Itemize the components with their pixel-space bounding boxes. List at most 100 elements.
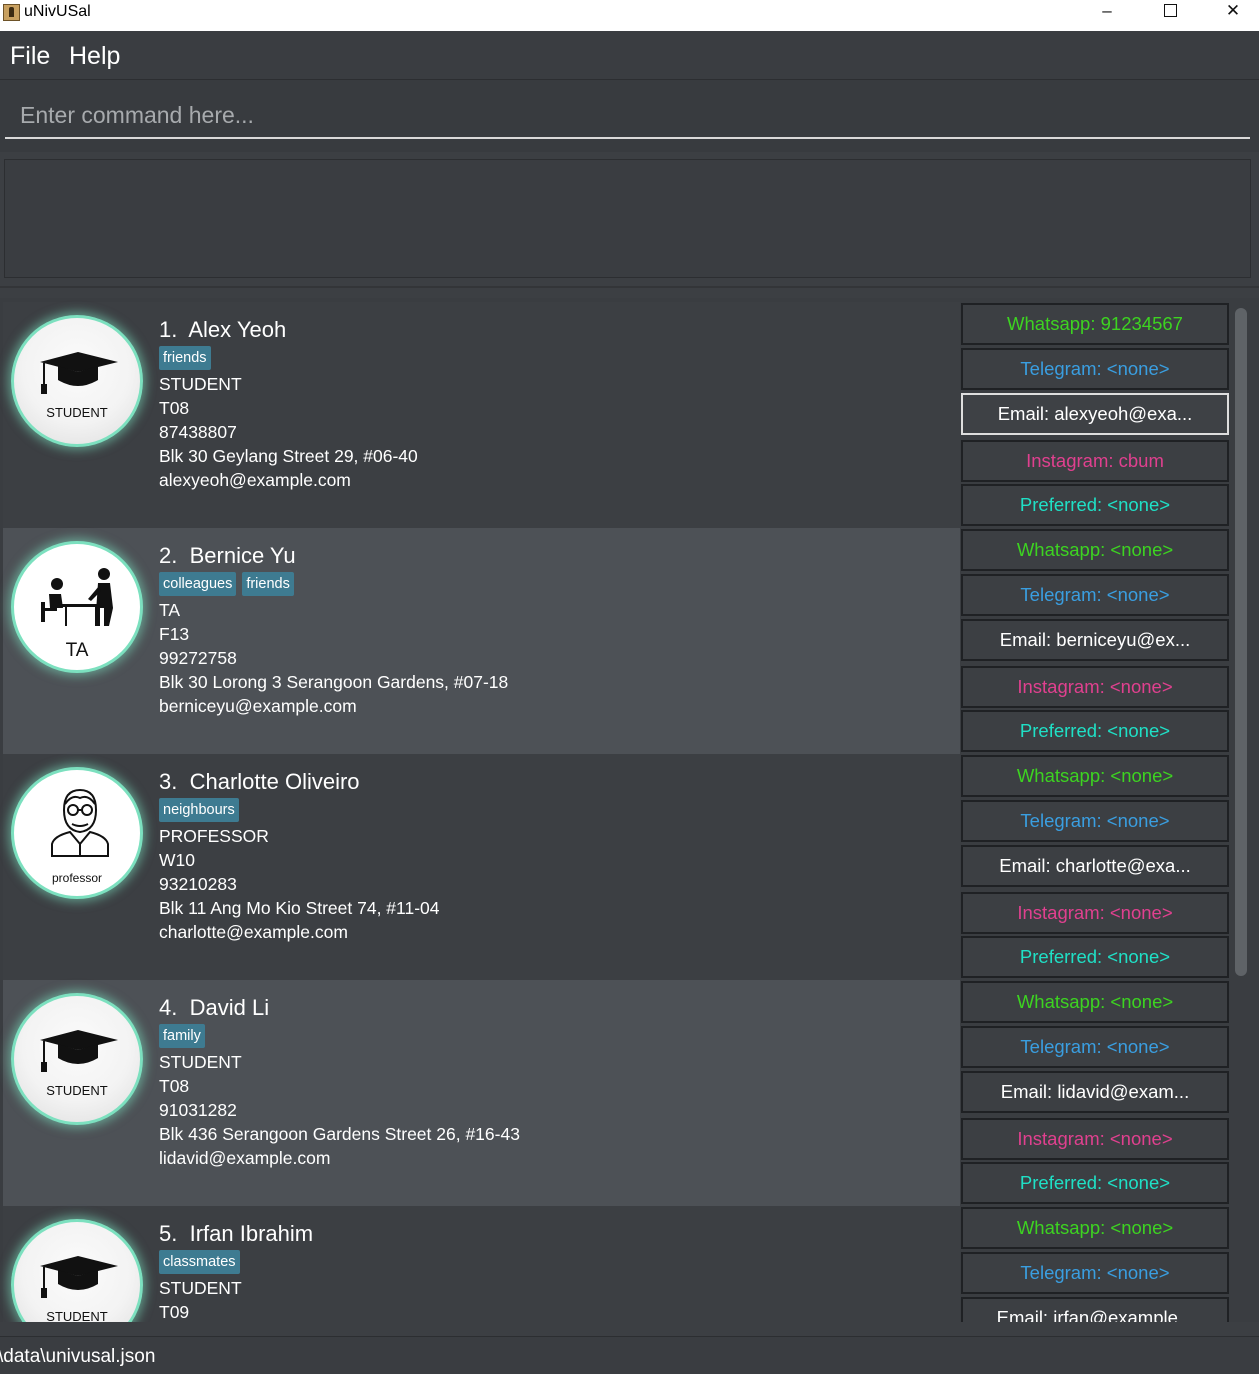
avatar-label: STUDENT [46,405,108,420]
whatsapp-box[interactable]: Whatsapp: <none> [961,1207,1229,1249]
command-box: Enter command here... [0,80,1259,152]
tag: friends [159,346,211,370]
tag-list: neighbours [159,798,245,822]
telegram-box[interactable]: Telegram: <none> [961,1026,1229,1068]
person-email: alexyeoh@example.com [159,470,351,490]
scrollbar[interactable] [1232,298,1259,1322]
preferred-box[interactable]: Preferred: <none> [961,710,1229,752]
graduation-cap-icon [40,1256,118,1298]
title-bar: uNivUSal – ✕ [0,0,1259,31]
graduation-cap-icon [40,352,118,394]
app-icon [3,4,20,21]
person-role: TA [159,600,181,620]
avatar: STUDENT [11,1219,143,1322]
person-list[interactable]: STUDENT 1. Alex Yeoh friends STUDENT T08… [0,298,1259,1322]
avatar: TA [11,541,143,673]
whatsapp-box[interactable]: Whatsapp: <none> [961,529,1229,571]
tag: classmates [159,1250,240,1274]
person-card[interactable]: TA 2. Bernice Yu colleagues friends TA F1… [3,528,960,754]
person-card[interactable]: STUDENT 5. Irfan Ibrahim classmates STUD… [3,1206,960,1322]
avatar-label: TA [65,640,89,661]
status-bar: \data\univusal.json [0,1336,1259,1374]
telegram-box[interactable]: Telegram: <none> [961,1252,1229,1294]
person-phone: 93210283 [159,874,237,894]
person-phone: 87438807 [159,422,237,442]
telegram-box[interactable]: Telegram: <none> [961,800,1229,842]
minimize-button[interactable]: – [1076,0,1138,24]
command-input[interactable]: Enter command here... [5,95,1250,139]
tag-list: friends [159,346,217,370]
avatar: STUDENT [11,315,143,447]
scrollbar-thumb[interactable] [1235,308,1247,976]
instagram-box[interactable]: Instagram: <none> [961,666,1229,708]
tag: neighbours [159,798,239,822]
person-role: STUDENT [159,1278,242,1298]
person-group: T08 [159,1076,190,1096]
person-address: Blk 30 Geylang Street 29, #06-40 [159,446,418,466]
avatar-label: STUDENT [46,1309,108,1322]
avatar: professor [11,767,143,899]
preferred-box[interactable]: Preferred: <none> [961,936,1229,978]
person-name: 4. David Li [159,995,270,1020]
instagram-box[interactable]: Instagram: <none> [961,892,1229,934]
menu-file[interactable]: File [10,41,50,71]
person-email: lidavid@example.com [159,1148,331,1168]
person-card[interactable]: STUDENT 1. Alex Yeoh friends STUDENT T08… [3,302,960,528]
person-name: 5. Irfan Ibrahim [159,1221,314,1246]
email-box[interactable]: Email: charlotte@exa... [961,845,1229,887]
window-title: uNivUSal [24,3,91,20]
tag-list: colleagues friends [159,572,300,596]
instagram-box[interactable]: Instagram: cbum [961,440,1229,482]
person-role: PROFESSOR [159,826,269,846]
tag: colleagues [159,572,237,596]
person-name: 3. Charlotte Oliveiro [159,769,360,794]
person-card[interactable]: STUDENT 4. David Li family STUDENT T08 9… [3,980,960,1206]
menu-bar: File Help [0,31,1259,80]
minimize-icon: – [1102,1,1112,20]
whatsapp-box[interactable]: Whatsapp: 91234567 [961,303,1229,345]
email-box[interactable]: Email: berniceyu@ex... [961,619,1229,661]
person-card[interactable]: professor 3. Charlotte Oliveiro neighbou… [3,754,960,980]
divider [0,286,1259,288]
close-button[interactable]: ✕ [1202,0,1259,24]
person-role: STUDENT [159,1052,242,1072]
preferred-box[interactable]: Preferred: <none> [961,484,1229,526]
telegram-box[interactable]: Telegram: <none> [961,348,1229,390]
person-address: Blk 30 Lorong 3 Serangoon Gardens, #07-1… [159,672,509,692]
avatar-label: STUDENT [46,1083,108,1098]
tag-list: classmates [159,1250,246,1274]
maximize-button[interactable] [1139,0,1201,24]
tag: friends [242,572,294,596]
person-address: Blk 436 Serangoon Gardens Street 26, #16… [159,1124,520,1144]
person-name: 2. Bernice Yu [159,543,296,568]
person-group: W10 [159,850,195,870]
email-box[interactable]: Email: irfan@example... [961,1297,1229,1322]
maximize-icon [1163,3,1177,17]
whatsapp-box[interactable]: Whatsapp: <none> [961,981,1229,1023]
email-box[interactable]: Email: lidavid@exam... [961,1071,1229,1113]
avatar-label: professor [51,871,103,885]
close-icon: ✕ [1225,1,1241,20]
telegram-box[interactable]: Telegram: <none> [961,574,1229,616]
graduation-cap-icon [40,1030,118,1072]
result-display [4,159,1251,278]
person-email: charlotte@example.com [159,922,348,942]
command-placeholder: Enter command here... [20,102,254,128]
person-address: Blk 11 Ang Mo Kio Street 74, #11-04 [159,898,440,918]
person-phone: 91031282 [159,1100,237,1120]
tag-list: family [159,1024,211,1048]
person-group: T09 [159,1302,190,1322]
save-location: \data\univusal.json [0,1346,156,1367]
email-box[interactable]: Email: alexyeoh@exa... [961,393,1229,435]
instagram-box[interactable]: Instagram: <none> [961,1118,1229,1160]
preferred-box[interactable]: Preferred: <none> [961,1162,1229,1204]
person-role: STUDENT [159,374,242,394]
person-phone: 99272758 [159,648,237,668]
person-group: F13 [159,624,190,644]
avatar: STUDENT [11,993,143,1125]
person-email: berniceyu@example.com [159,696,357,716]
person-group: T08 [159,398,190,418]
whatsapp-box[interactable]: Whatsapp: <none> [961,755,1229,797]
menu-help[interactable]: Help [69,41,120,71]
person-name: 1. Alex Yeoh [159,317,287,342]
